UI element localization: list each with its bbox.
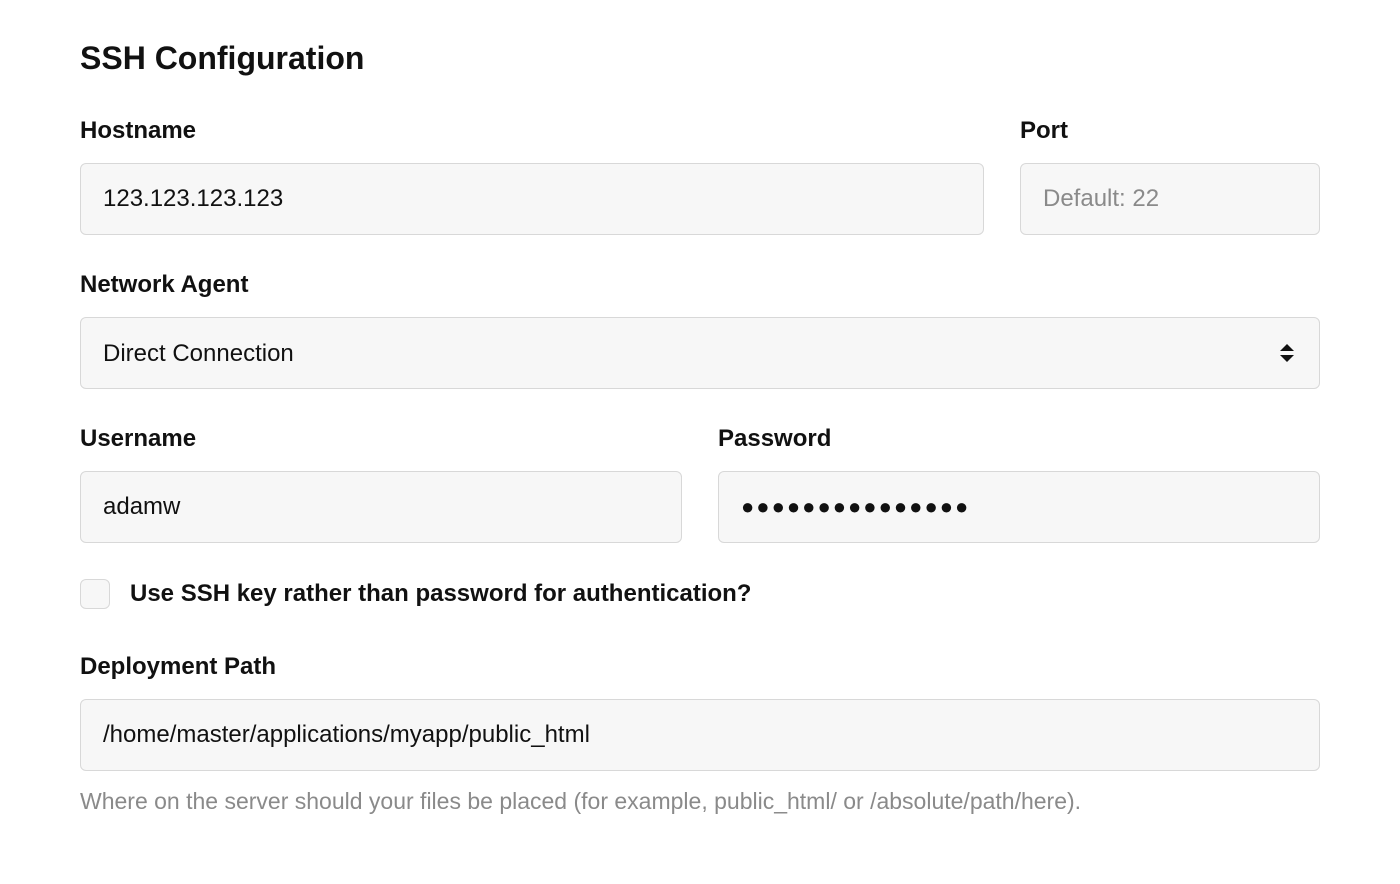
ssh-key-checkbox[interactable]: [80, 579, 110, 609]
port-field: Port: [1020, 117, 1320, 235]
section-title: SSH Configuration: [80, 40, 1320, 77]
password-mask: ●●●●●●●●●●●●●●●: [741, 494, 970, 520]
port-input[interactable]: [1020, 163, 1320, 235]
network-agent-field: Network Agent Direct Connection: [80, 271, 1320, 389]
network-agent-label: Network Agent: [80, 271, 1320, 299]
deployment-path-label: Deployment Path: [80, 653, 1320, 681]
hostname-input[interactable]: [80, 163, 984, 235]
username-label: Username: [80, 425, 682, 453]
port-label: Port: [1020, 117, 1320, 145]
deployment-path-field: Deployment Path Where on the server shou…: [80, 653, 1320, 817]
deployment-path-input[interactable]: [80, 699, 1320, 771]
network-agent-select[interactable]: Direct Connection: [80, 317, 1320, 389]
password-label: Password: [718, 425, 1320, 453]
username-input[interactable]: [80, 471, 682, 543]
ssh-key-checkbox-label: Use SSH key rather than password for aut…: [130, 580, 751, 608]
ssh-key-checkbox-row: Use SSH key rather than password for aut…: [80, 579, 1320, 609]
deployment-path-help: Where on the server should your files be…: [80, 785, 1320, 817]
hostname-label: Hostname: [80, 117, 984, 145]
username-field: Username: [80, 425, 682, 543]
password-field: Password ●●●●●●●●●●●●●●●: [718, 425, 1320, 543]
password-input[interactable]: ●●●●●●●●●●●●●●●: [718, 471, 1320, 543]
hostname-field: Hostname: [80, 117, 984, 235]
